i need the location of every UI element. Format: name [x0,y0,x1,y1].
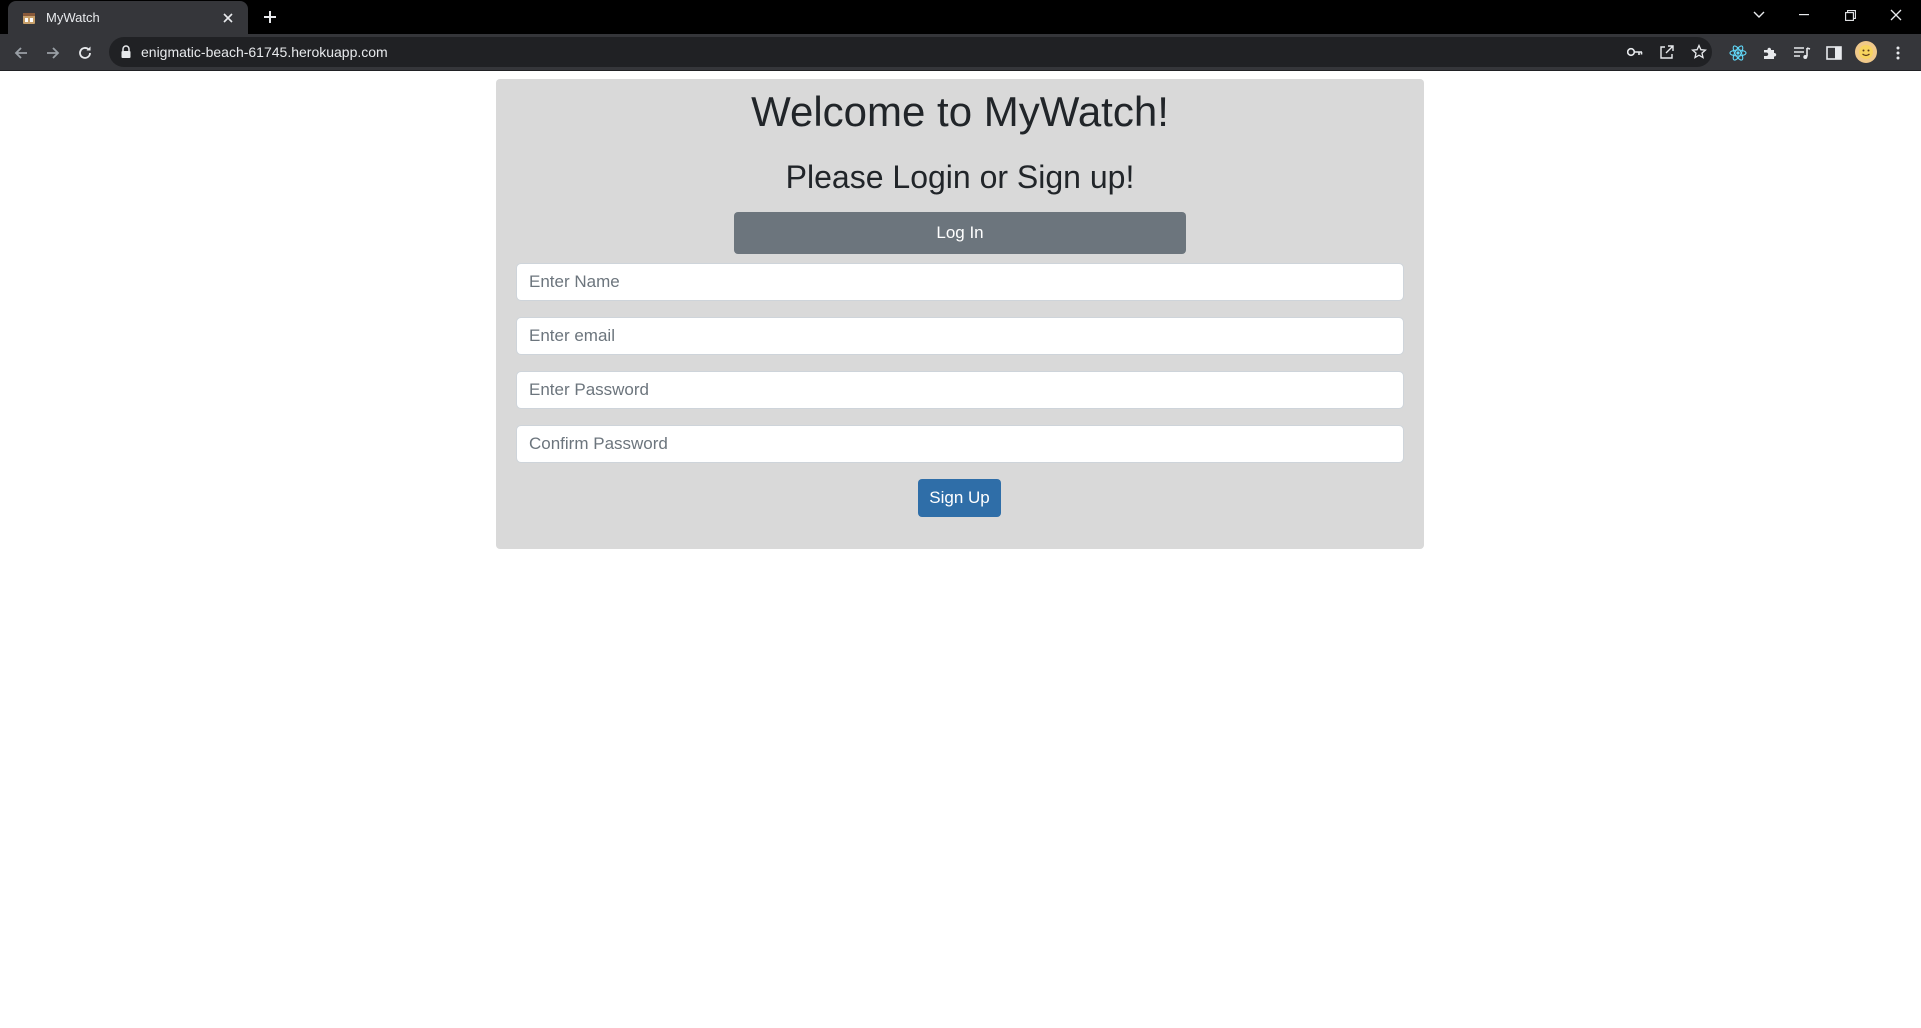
avatar[interactable] [1855,41,1877,63]
star-icon[interactable] [1690,43,1708,61]
confirm-password-field[interactable] [516,425,1404,463]
close-icon[interactable] [218,8,238,28]
forward-arrow-icon[interactable] [41,41,65,65]
name-field[interactable] [516,263,1404,301]
address-bar[interactable]: enigmatic-beach-61745.herokuapp.com [109,37,1712,67]
restore-icon[interactable] [1827,0,1873,30]
browser-tab[interactable]: MyWatch [8,1,248,34]
chevron-down-icon[interactable] [1736,0,1782,30]
page-subtitle: Please Login or Sign up! [785,159,1135,195]
email-field[interactable] [516,317,1404,355]
browser-toolbar: enigmatic-beach-61745.herokuapp.com [0,34,1921,71]
signup-button[interactable]: Sign Up [918,479,1001,517]
reload-icon[interactable] [73,41,97,65]
puzzle-icon[interactable] [1759,42,1781,64]
url-text[interactable]: enigmatic-beach-61745.herokuapp.com [141,44,388,60]
page-viewport: Welcome to MyWatch! Please Login or Sign… [0,71,1921,1028]
password-field[interactable] [516,371,1404,409]
tab-title: MyWatch [46,10,100,25]
film-icon [21,10,37,26]
login-button[interactable]: Log In [734,212,1186,254]
sidebar-icon[interactable] [1823,42,1845,64]
page-title: Welcome to MyWatch! [751,88,1169,135]
close-window-icon[interactable] [1873,0,1919,30]
auth-card: Welcome to MyWatch! Please Login or Sign… [496,79,1424,549]
back-arrow-icon[interactable] [9,41,33,65]
react-icon[interactable] [1727,42,1749,64]
plus-icon[interactable] [259,6,281,28]
kebab-menu-icon[interactable] [1887,42,1909,64]
browser-tab-strip: MyWatch [0,0,1921,34]
key-icon[interactable] [1626,43,1644,61]
minimize-icon[interactable] [1781,0,1827,30]
lock-icon[interactable] [120,45,134,59]
media-icon[interactable] [1791,42,1813,64]
share-icon[interactable] [1658,43,1676,61]
